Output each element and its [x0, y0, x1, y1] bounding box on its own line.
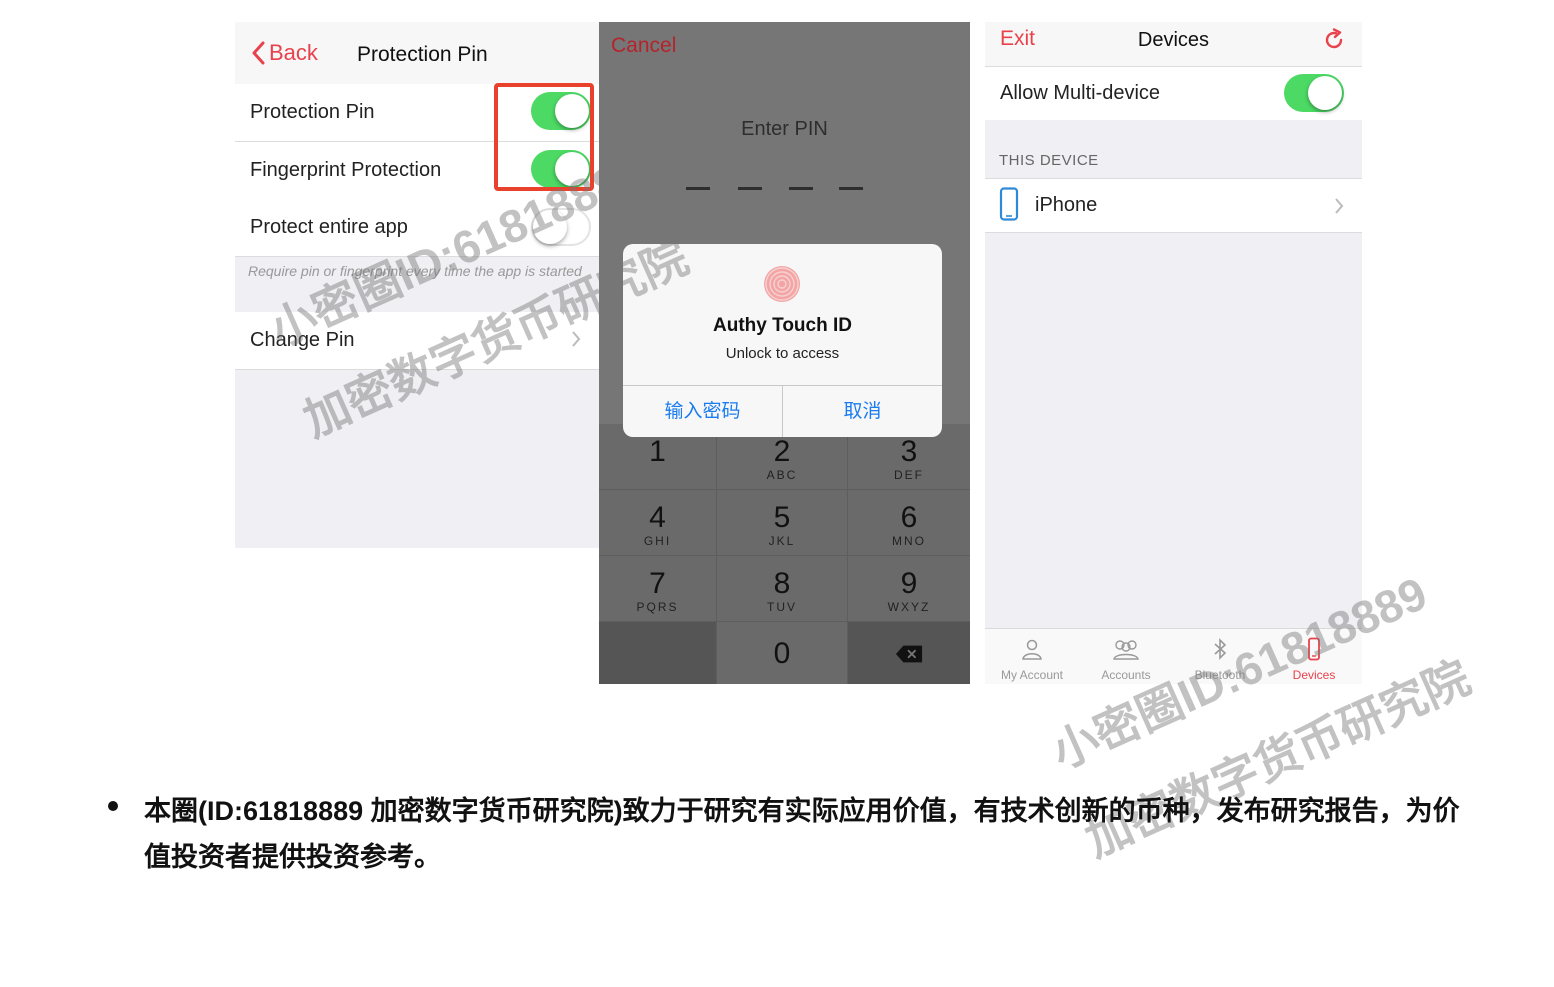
- pin-digit-slot: [686, 187, 710, 190]
- highlight-box: [494, 83, 594, 191]
- refresh-icon[interactable]: [1322, 28, 1346, 52]
- tab-devices[interactable]: Devices: [1267, 629, 1361, 684]
- row-label: Fingerprint Protection: [250, 159, 442, 181]
- phone-icon: [999, 187, 1019, 221]
- alert-cancel-button[interactable]: 取消: [783, 386, 942, 437]
- backspace-icon: [895, 645, 923, 663]
- device-row-iphone[interactable]: iPhone: [985, 178, 1362, 233]
- row-label: Change Pin: [250, 329, 355, 351]
- numeric-keypad: 1 2 ABC 3 DEF 4 GHI 5 JKL 6 MNO 7 PQRS 8 TUV 9W…: [599, 424, 970, 684]
- protect-entire-app-toggle[interactable]: [531, 208, 591, 246]
- change-pin-row[interactable]: Change Pin: [235, 312, 599, 370]
- nav-bar: Back Protection Pin: [235, 22, 599, 85]
- page-title: Protection Pin: [357, 43, 488, 66]
- fingerprint-icon: [764, 266, 800, 302]
- back-button[interactable]: Back: [251, 40, 318, 66]
- key-4[interactable]: 4 GHI: [599, 490, 716, 555]
- row-label: Protect entire app: [250, 216, 408, 238]
- tab-label: My Account: [1000, 668, 1064, 682]
- page-title: Devices: [1137, 29, 1210, 51]
- key-0[interactable]: 0: [717, 622, 847, 684]
- allow-multi-device-row: Allow Multi-device: [985, 67, 1362, 121]
- tab-accounts[interactable]: Accounts: [1079, 629, 1173, 684]
- row-label: Allow Multi-device: [1000, 82, 1161, 104]
- devices-screen: Exit Devices Allow Multi-device THIS DEV…: [985, 22, 1362, 684]
- section-header: THIS DEVICE: [999, 152, 1099, 169]
- device-name: iPhone: [1035, 194, 1098, 216]
- protect-app-hint: Require pin or fingerprint every time th…: [248, 263, 582, 279]
- key-blank: [599, 622, 716, 684]
- pin-digit-slot: [789, 187, 813, 190]
- chevron-left-icon: [252, 41, 265, 65]
- tab-bluetooth[interactable]: Bluetooth: [1173, 629, 1267, 684]
- key-7[interactable]: 7 PQRS: [599, 556, 716, 621]
- chevron-right-icon: [572, 331, 581, 347]
- person-icon: [1022, 639, 1042, 660]
- enter-pin-label: Enter PIN: [741, 118, 828, 140]
- pin-digit-slot: [738, 187, 762, 190]
- tab-label: Bluetooth: [1194, 668, 1246, 682]
- bluetooth-icon: [1214, 638, 1227, 660]
- bullet-icon: [108, 801, 118, 811]
- alert-title: Authy Touch ID: [713, 315, 852, 336]
- chevron-right-icon: [1335, 198, 1344, 214]
- backspace-key[interactable]: [848, 622, 970, 684]
- allow-multi-device-toggle[interactable]: [1284, 74, 1344, 112]
- back-label: Back: [269, 40, 318, 65]
- tab-bar: My Account Accounts Bluetooth Devices: [985, 628, 1362, 684]
- enter-pin-screen: Cancel Enter PIN 1 2 ABC 3 DEF 4 GHI 5 JKL 6…: [599, 22, 970, 684]
- enter-password-button[interactable]: 输入密码: [623, 386, 782, 437]
- key-8[interactable]: 8 TUV: [717, 556, 847, 621]
- pin-digit-slot: [839, 187, 863, 190]
- key-6[interactable]: 6 MNO: [848, 490, 970, 555]
- key-9[interactable]: 9 WXYZ: [848, 556, 970, 621]
- row-label: Protection Pin: [250, 101, 375, 123]
- alert-subtitle: Unlock to access: [725, 345, 840, 362]
- tab-label: Devices: [1292, 668, 1336, 682]
- nav-bar: Exit Devices: [985, 22, 1362, 67]
- people-icon: [1113, 640, 1139, 660]
- caption-text: 本圈(ID:61818889 加密数字货币研究院)致力于研究有实际应用价值，有技…: [144, 796, 1460, 872]
- phone-icon: [1308, 637, 1320, 661]
- key-5[interactable]: 5 JKL: [717, 490, 847, 555]
- tab-label: Accounts: [1101, 668, 1151, 682]
- row-protect-entire-app: Protect entire app: [235, 199, 599, 257]
- touch-id-alert: Authy Touch ID Unlock to access 输入密码 取消: [623, 244, 942, 437]
- cancel-button[interactable]: Cancel: [611, 34, 676, 58]
- tab-my-account[interactable]: My Account: [985, 629, 1079, 684]
